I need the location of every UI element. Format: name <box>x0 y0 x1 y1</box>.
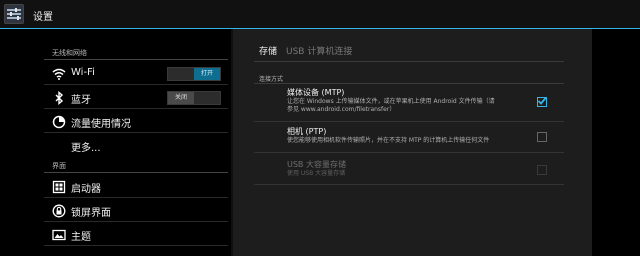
divider <box>254 152 564 153</box>
breadcrumb-storage[interactable]: 存储 <box>259 44 277 57</box>
section-divider <box>254 83 564 84</box>
data-usage-icon <box>52 114 66 129</box>
action-bar: 设置 <box>0 0 640 29</box>
divider <box>254 121 564 122</box>
sidebar-item-theme[interactable]: 主题 <box>44 222 228 246</box>
wifi-icon <box>52 66 66 80</box>
sidebar-item-bluetooth[interactable]: 蓝牙 关闭 <box>44 85 228 109</box>
sidebar-item-more[interactable]: 更多... <box>44 133 228 157</box>
option-description: 参见 www.android.com/filetransfer） <box>287 106 396 113</box>
right-gutter <box>592 29 640 256</box>
settings-sidebar: 无线和网络 Wi-Fi 打开 蓝牙 关闭 流量使用情况 更多... 界面 启动器… <box>0 29 231 256</box>
option-usb-mass-storage: USB 大容量存储 使用 USB 大容量存储 <box>287 159 547 178</box>
sidebar-item-label: 锁屏界面 <box>71 208 111 219</box>
sidebar-item-launcher[interactable]: 启动器 <box>44 174 228 198</box>
section-divider <box>44 59 228 60</box>
sidebar-item-data-usage[interactable]: 流量使用情况 <box>44 109 228 133</box>
page-title: 设置 <box>33 12 53 23</box>
option-ptp[interactable]: 相机 (PTP) 使您能够使用相机软件传输照片，并在不支持 MTP 的计算机上传… <box>287 126 547 145</box>
option-description: 使用 USB 大容量存储 <box>287 170 346 177</box>
lock-icon <box>52 203 66 218</box>
bluetooth-icon <box>52 90 66 105</box>
wifi-toggle-label: 打开 <box>194 68 220 80</box>
section-header-interface: 界面 <box>52 162 66 170</box>
option-description: 使您能够使用相机软件传输照片，并在不支持 MTP 的计算机上传输任何文件 <box>287 137 490 144</box>
section-divider <box>44 172 228 173</box>
sidebar-item-label: 流量使用情况 <box>71 119 131 130</box>
sidebar-item-label: Wi-Fi <box>71 67 95 78</box>
breadcrumb-usb-connection: USB 计算机连接 <box>286 47 353 57</box>
wifi-toggle[interactable]: 打开 <box>167 67 221 81</box>
settings-icon[interactable] <box>4 4 24 24</box>
usb-mass-storage-checkbox <box>537 165 547 175</box>
section-header-wireless: 无线和网络 <box>52 49 87 57</box>
option-description: 让您在 Windows 上传输媒体文件，或在苹果机上使用 Android 文件传… <box>287 98 495 105</box>
mtp-checkbox[interactable] <box>537 96 547 107</box>
sidebar-item-label: 更多... <box>71 143 101 154</box>
storage-usb-panel: 存储 USB 计算机连接 连接方式 媒体设备 (MTP) 让您在 Windows… <box>231 29 592 256</box>
sidebar-item-wifi[interactable]: Wi-Fi 打开 <box>44 61 228 85</box>
bluetooth-toggle[interactable]: 关闭 <box>167 91 221 105</box>
divider <box>44 245 228 246</box>
option-mtp[interactable]: 媒体设备 (MTP) 让您在 Windows 上传输媒体文件，或在苹果机上使用 … <box>287 87 547 114</box>
sidebar-item-lockscreen[interactable]: 锁屏界面 <box>44 198 228 222</box>
bluetooth-toggle-label: 关闭 <box>168 92 194 104</box>
sidebar-item-label: 主题 <box>71 232 91 243</box>
option-title: 相机 (PTP) <box>287 127 327 136</box>
section-header-connection: 连接方式 <box>259 76 284 83</box>
checkmark-icon <box>537 96 547 105</box>
header-divider <box>254 61 564 62</box>
option-title: USB 大容量存储 <box>287 160 346 169</box>
sidebar-item-label: 蓝牙 <box>71 95 91 106</box>
theme-icon <box>52 227 66 241</box>
launcher-icon <box>52 179 66 194</box>
sidebar-item-label: 启动器 <box>71 184 101 195</box>
divider <box>254 184 564 185</box>
option-title: 媒体设备 (MTP) <box>287 88 345 97</box>
ptp-checkbox[interactable] <box>537 132 547 142</box>
